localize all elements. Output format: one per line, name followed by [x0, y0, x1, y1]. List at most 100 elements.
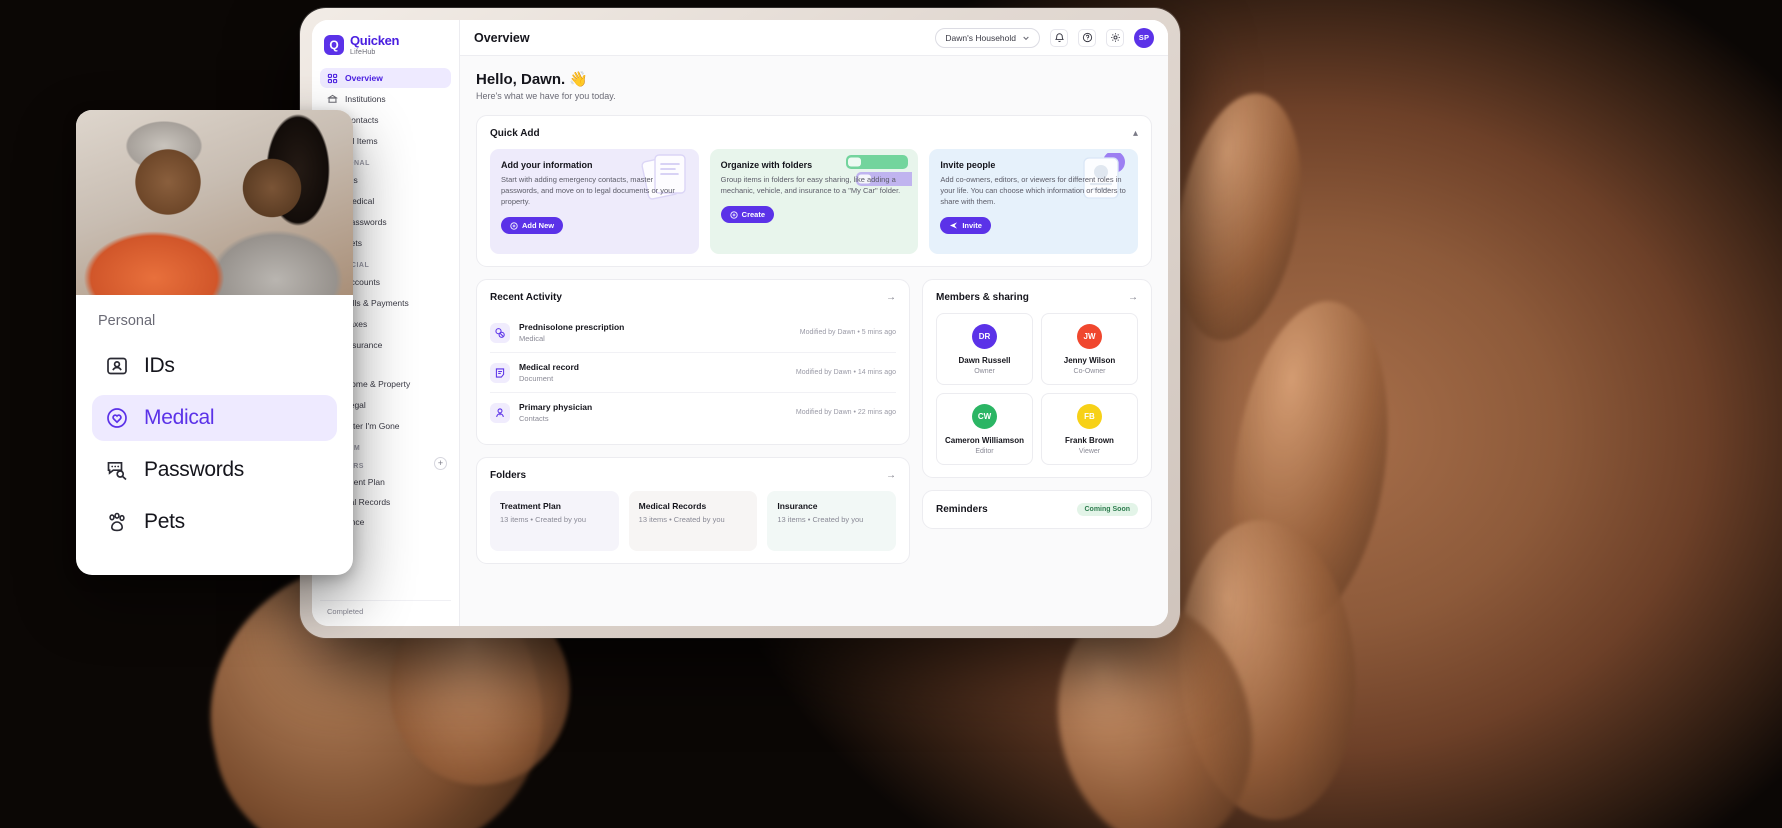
folder-card-name: Insurance: [777, 501, 818, 511]
activity-row[interactable]: Prednisolone prescription Medical Modifi…: [490, 313, 896, 353]
member-role: Co-Owner: [1073, 368, 1106, 375]
sidebar-item-label: Overview: [345, 73, 383, 83]
arrow-right-icon[interactable]: →: [1128, 292, 1138, 303]
pills-icon: [490, 322, 510, 343]
main-area: Overview Dawn's Household SP Hello, Dawn…: [460, 20, 1168, 626]
activity-row[interactable]: Medical record Document Modified by Dawn…: [490, 353, 896, 393]
notifications-button[interactable]: [1050, 28, 1068, 47]
topbar: Overview Dawn's Household SP: [460, 20, 1168, 56]
activity-row[interactable]: Primary physician Contacts Modified by D…: [490, 393, 896, 432]
page-title: Overview: [474, 30, 530, 45]
quick-add-card-desc: Add co-owners, editors, or viewers for d…: [940, 175, 1126, 206]
screenshot-root: Q Quicken LifeHub Overview Institutions: [0, 0, 1782, 828]
sidebar-item-overview[interactable]: Overview: [320, 68, 451, 88]
plus-circle-icon: [730, 211, 738, 219]
overlay-item-pets[interactable]: Pets: [92, 499, 337, 545]
recent-activity-title: Recent Activity: [490, 292, 562, 303]
add-folder-button[interactable]: +: [434, 457, 447, 470]
overlay-item-medical[interactable]: Medical: [92, 395, 337, 441]
doctor-icon-glyph: [496, 407, 504, 417]
activity-row-name: Medical record: [519, 362, 579, 372]
member-card[interactable]: CW Cameron Williamson Editor: [936, 393, 1033, 465]
brand-logo: Q Quicken LifeHub: [320, 30, 451, 68]
personal-menu-overlay: Personal IDs Medical Passwords Pets: [76, 110, 353, 575]
paw-icon: [109, 512, 125, 532]
overlay-item-ids[interactable]: IDs: [92, 343, 337, 389]
members-header: Members & sharing →: [936, 292, 1138, 303]
create-button[interactable]: Create: [720, 206, 775, 224]
activity-row-main: Medical record Document: [519, 362, 787, 383]
settings-button[interactable]: [1106, 28, 1124, 47]
overlay-item-label: Medical: [144, 406, 215, 429]
family-photo: [76, 110, 353, 295]
folders-card: Folders → Treatment Plan 13 items • Crea…: [476, 457, 910, 564]
member-avatar: DR: [972, 324, 997, 349]
arrow-right-icon[interactable]: →: [886, 470, 896, 481]
member-avatar: CW: [972, 404, 997, 429]
quick-add-card-desc: Group items in folders for easy sharing,…: [720, 175, 901, 195]
bell-icon: [1054, 33, 1064, 42]
member-name: Jenny Wilson: [1063, 356, 1116, 365]
activity-row-meta: Modified by Dawn • 22 mins ago: [795, 409, 896, 416]
overlay-item-label: Passwords: [144, 458, 245, 481]
sidebar-footer-status: Completed: [320, 600, 451, 622]
reminders-title: Reminders: [936, 504, 988, 515]
folder-card-name: Medical Records: [638, 501, 707, 511]
folder-card[interactable]: Medical Records 13 items • Created by yo…: [628, 491, 758, 551]
help-button[interactable]: [1078, 28, 1096, 47]
member-name: Dawn Russell: [958, 356, 1011, 365]
member-avatar: FB: [1077, 404, 1102, 429]
quick-add-card: Quick Add ▴ Add your information Start w…: [476, 115, 1152, 267]
activity-row-name: Primary physician: [519, 402, 593, 412]
member-card[interactable]: DR Dawn Russell Owner: [936, 313, 1033, 385]
add-new-button[interactable]: Add New: [501, 217, 564, 235]
sidebar-item-label: Institutions: [345, 94, 386, 104]
content-scroll: Hello, Dawn. 👋 Here's what we have for y…: [460, 56, 1168, 626]
create-button-label: Create: [741, 210, 766, 220]
grid-icon: [327, 73, 338, 83]
member-card[interactable]: FB Frank Brown Viewer: [1041, 393, 1138, 465]
folder-card-meta: 13 items • Created by you: [638, 515, 725, 524]
quicken-logo-icon: Q: [324, 35, 344, 55]
sidebar-item-institutions[interactable]: Institutions: [320, 89, 451, 109]
members-title: Members & sharing: [936, 292, 1029, 303]
doctor-icon: [490, 402, 510, 423]
lower-left-column: Recent Activity → Prednisolone prescript…: [476, 279, 910, 576]
activity-row-main: Prednisolone prescription Medical: [519, 322, 791, 343]
user-avatar[interactable]: SP: [1134, 27, 1154, 48]
greeting-subtitle: Here's what we have for you today.: [476, 91, 616, 101]
personal-menu-label: Personal: [98, 313, 156, 329]
quick-add-card-add-information[interactable]: Add your information Start with adding e…: [490, 149, 699, 254]
quick-add-card-title: Add your information: [501, 160, 593, 170]
member-name: Cameron Williamson: [944, 436, 1025, 445]
tablet-device: Q Quicken LifeHub Overview Institutions: [300, 8, 1180, 638]
pills-icon-glyph: [495, 327, 505, 338]
overlay-item-passwords[interactable]: Passwords: [92, 447, 337, 493]
invite-button[interactable]: Invite: [940, 216, 991, 234]
sidebar-item-label: After I'm Gone: [345, 421, 400, 431]
household-selector[interactable]: Dawn's Household: [935, 27, 1040, 48]
bank-icon: [327, 94, 338, 103]
lower-grid: Recent Activity → Prednisolone prescript…: [476, 279, 1152, 576]
arrow-right-icon[interactable]: →: [886, 292, 896, 303]
chevron-up-icon[interactable]: ▴: [1133, 128, 1138, 139]
household-selector-label: Dawn's Household: [945, 32, 1016, 43]
quick-add-title: Quick Add: [490, 128, 540, 139]
quick-add-card-organize-folders[interactable]: Organize with folders Group items in fol…: [709, 149, 919, 254]
activity-row-type: Document: [519, 374, 554, 383]
member-name: Frank Brown: [1065, 436, 1114, 445]
activity-row-meta: Modified by Dawn • 14 mins ago: [795, 369, 896, 376]
send-icon: [950, 222, 958, 229]
member-card[interactable]: JW Jenny Wilson Co-Owner: [1041, 313, 1138, 385]
recent-activity-card: Recent Activity → Prednisolone prescript…: [476, 279, 910, 445]
overlay-item-label: Pets: [144, 510, 185, 533]
folder-card[interactable]: Treatment Plan 13 items • Created by you: [490, 491, 619, 551]
folder-card[interactable]: Insurance 13 items • Created by you: [767, 491, 896, 551]
reminders-card: Reminders Coming Soon: [922, 490, 1152, 529]
help-icon: [1082, 32, 1092, 43]
plus-circle-icon: [510, 221, 518, 230]
quick-add-card-title: Organize with folders: [720, 160, 813, 170]
personal-menu-list: Personal IDs Medical Passwords Pets: [76, 295, 353, 569]
sidebar-item-label: Home & Property: [345, 379, 411, 389]
quick-add-card-invite-people[interactable]: Invite people Add co-owners, editors, or…: [929, 149, 1138, 254]
